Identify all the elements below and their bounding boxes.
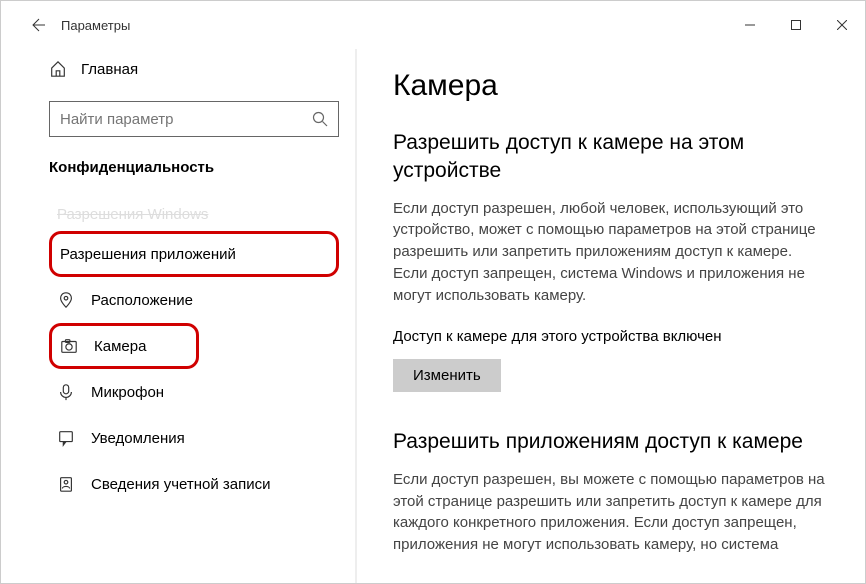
maximize-button[interactable] [773, 9, 819, 41]
sidebar-item-microphone[interactable]: Микрофон [49, 369, 339, 415]
notifications-label: Уведомления [91, 430, 185, 447]
microphone-icon [57, 383, 75, 401]
back-button[interactable] [17, 17, 57, 33]
camera-access-status: Доступ к камере для этого устройства вкл… [393, 328, 829, 345]
category-title: Конфиденциальность [49, 159, 339, 176]
account-label: Сведения учетной записи [91, 476, 271, 493]
sidebar-item-camera[interactable]: Камера [49, 323, 199, 369]
location-label: Расположение [91, 292, 193, 309]
camera-icon [60, 337, 78, 355]
app-permissions-label: Разрешения приложений [60, 246, 236, 263]
home-label: Главная [81, 61, 138, 78]
nav-header-windows-perms: Разрешения Windows [49, 206, 339, 223]
microphone-label: Микрофон [91, 384, 164, 401]
section2-heading: Разрешить приложениям доступ к камере [393, 428, 829, 456]
location-icon [57, 291, 75, 309]
sidebar-item-account-info[interactable]: Сведения учетной записи [49, 461, 339, 507]
minimize-button[interactable] [727, 9, 773, 41]
home-icon [49, 60, 67, 78]
search-icon [312, 111, 328, 127]
section2-desc: Если доступ разрешен, вы можете с помощь… [393, 469, 829, 556]
home-link[interactable]: Главная [49, 49, 339, 89]
sidebar-item-notifications[interactable]: Уведомления [49, 415, 339, 461]
close-button[interactable] [819, 9, 865, 41]
change-button[interactable]: Изменить [393, 359, 501, 392]
section1-desc: Если доступ разрешен, любой человек, исп… [393, 198, 829, 307]
notifications-icon [57, 429, 75, 447]
section1-heading: Разрешить доступ к камере на этом устрой… [393, 129, 829, 186]
search-input[interactable] [60, 111, 312, 128]
search-input-container[interactable] [49, 101, 339, 137]
nav-header-app-permissions: Разрешения приложений [49, 231, 339, 277]
account-icon [57, 475, 75, 493]
camera-label: Камера [94, 338, 146, 355]
page-title: Камера [393, 69, 829, 103]
sidebar-item-location[interactable]: Расположение [49, 277, 339, 323]
window-title: Параметры [61, 18, 130, 33]
